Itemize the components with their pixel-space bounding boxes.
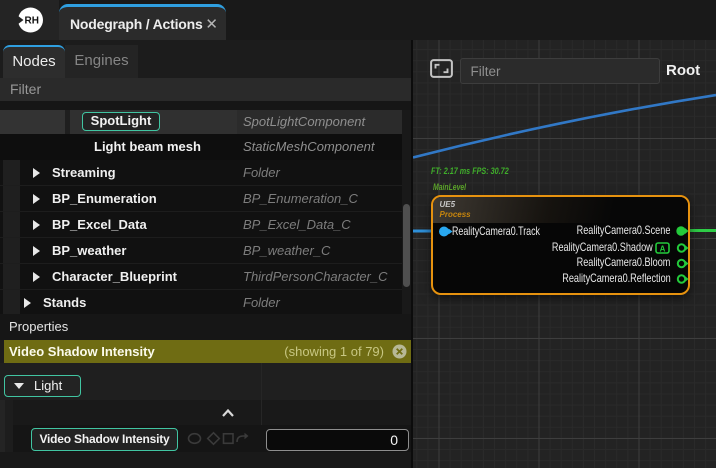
svg-text:A: A — [659, 244, 665, 253]
svg-text:RH: RH — [25, 16, 39, 27]
